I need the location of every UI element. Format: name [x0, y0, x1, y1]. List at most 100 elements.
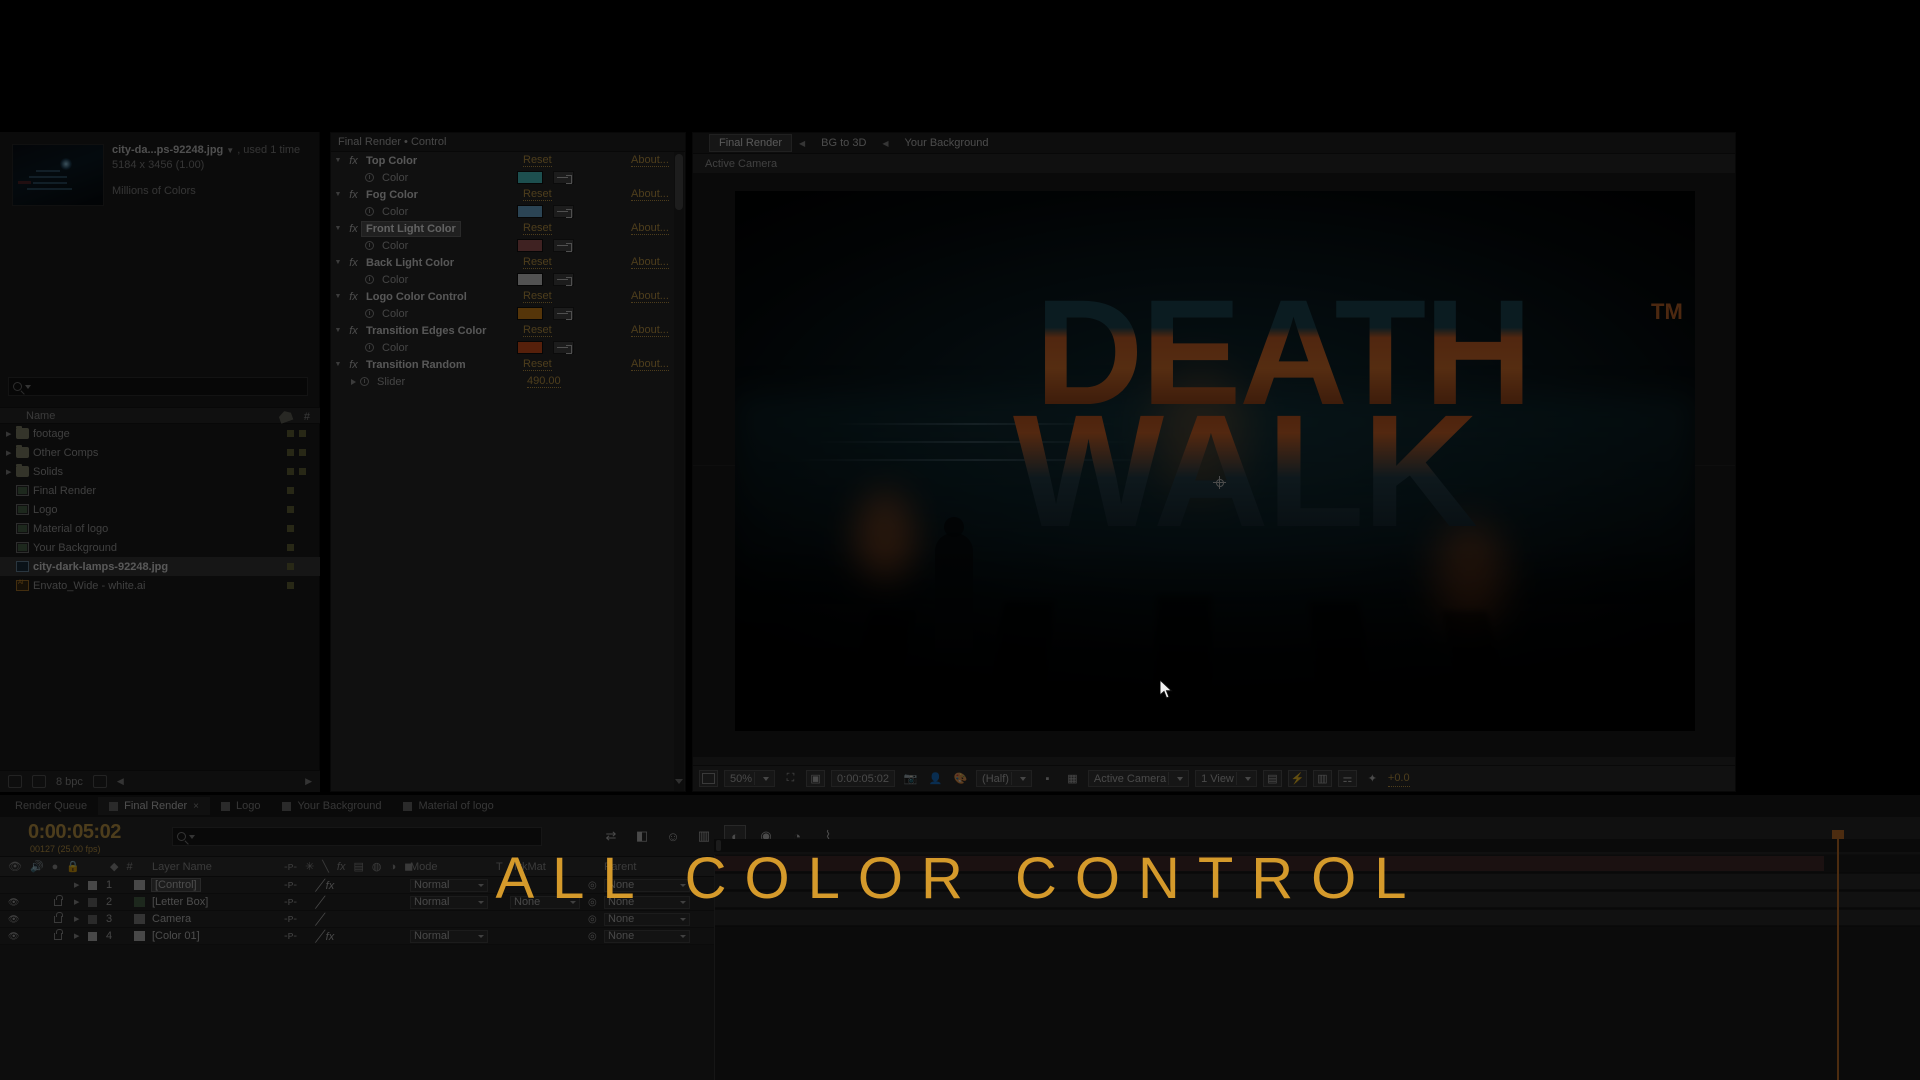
layer-name[interactable]: Camera: [152, 913, 191, 925]
effect-header-row[interactable]: ▼ fx Transition Edges Color Reset About...: [331, 322, 685, 339]
timeline-icon[interactable]: ▥: [1312, 770, 1332, 787]
lock-icon[interactable]: [54, 911, 63, 923]
disclosure-triangle-icon[interactable]: ▼: [331, 327, 345, 334]
color-swatch[interactable]: [517, 239, 543, 252]
new-folder-icon[interactable]: [32, 775, 46, 788]
project-list-item[interactable]: Final Render: [0, 481, 320, 500]
effect-reset-button[interactable]: Reset: [523, 290, 552, 303]
disclosure-triangle-icon[interactable]: ▼: [331, 225, 345, 232]
chevron-down-icon[interactable]: ▼: [226, 146, 234, 155]
color-swatch[interactable]: [517, 307, 543, 320]
layer-name[interactable]: [Color 01]: [152, 930, 200, 942]
scrollbar-thumb[interactable]: [675, 154, 683, 210]
comp-flowchart-icon[interactable]: ⚎: [1337, 770, 1357, 787]
toggle-composition-mini-flowchart-icon[interactable]: ⇄: [600, 825, 622, 847]
shy-switch-icon[interactable]: -ᴘ-: [284, 913, 297, 925]
interpret-footage-icon[interactable]: [8, 775, 22, 788]
stopwatch-icon[interactable]: [365, 171, 378, 184]
effect-reset-button[interactable]: Reset: [523, 222, 552, 235]
disclosure-triangle-icon[interactable]: ▼: [331, 293, 345, 300]
effect-about-button[interactable]: About...: [631, 222, 669, 235]
toggle-grid-guides-icon[interactable]: ▦: [1063, 770, 1082, 787]
scroll-right-icon[interactable]: ▶: [305, 776, 312, 787]
effect-reset-button[interactable]: Reset: [523, 154, 552, 167]
fast-previews-icon[interactable]: ⚡: [1287, 770, 1307, 787]
effects-switch-icon[interactable]: ╱ fx: [316, 930, 334, 943]
scroll-down-icon[interactable]: [675, 779, 683, 787]
label-color-chip[interactable]: [287, 563, 294, 570]
disclosure-triangle-icon[interactable]: [351, 378, 356, 385]
effect-about-button[interactable]: About...: [631, 358, 669, 371]
project-list-item[interactable]: city-dark-lamps-92248.jpg: [0, 557, 320, 576]
eyedropper-icon[interactable]: [553, 273, 574, 286]
layer-duration-bar[interactable]: [715, 910, 1920, 925]
effect-header-row[interactable]: ▼ fx Top Color Reset About...: [331, 152, 685, 169]
label-color-chip[interactable]: [88, 914, 97, 924]
disclosure-triangle-icon[interactable]: ▶: [6, 430, 16, 438]
color-swatch[interactable]: [517, 341, 543, 354]
disclosure-triangle-icon[interactable]: ▼: [331, 191, 345, 198]
exposure-value[interactable]: +0.0: [1387, 770, 1410, 787]
effect-about-button[interactable]: About...: [631, 256, 669, 269]
disclosure-triangle-icon[interactable]: ▼: [331, 157, 345, 164]
effect-reset-button[interactable]: Reset: [523, 188, 552, 201]
timeline-track-row[interactable]: [715, 910, 1920, 927]
disclosure-triangle-icon[interactable]: ▶: [6, 449, 16, 457]
video-visibility-icon[interactable]: 👁: [8, 931, 19, 942]
view-layout-dropdown[interactable]: 1 View: [1195, 770, 1257, 787]
effect-property-row[interactable]: Color: [331, 169, 685, 186]
composition-rendered-frame[interactable]: DEATH WALK TM: [735, 191, 1695, 731]
region-of-interest-icon[interactable]: ⛶: [781, 770, 800, 787]
label-color-chip[interactable]: [299, 468, 306, 475]
effect-controls-scrollbar[interactable]: [674, 152, 684, 791]
timeline-current-time[interactable]: 0:00:05:02: [28, 821, 121, 844]
composition-tab[interactable]: BG to 3D: [812, 135, 875, 151]
close-icon[interactable]: ×: [193, 801, 199, 812]
disclosure-triangle-icon[interactable]: ▶: [6, 468, 16, 476]
current-time-field[interactable]: 0:00:05:02: [831, 770, 896, 787]
project-list-item[interactable]: ▶ Other Comps: [0, 443, 320, 462]
effect-property-row[interactable]: Color: [331, 339, 685, 356]
label-color-chip[interactable]: [287, 449, 294, 456]
eyedropper-icon[interactable]: [553, 341, 574, 354]
show-snapshot-icon[interactable]: 👤: [926, 770, 945, 787]
lock-icon[interactable]: [54, 928, 63, 940]
column-header-name[interactable]: Name: [26, 410, 55, 422]
hide-shy-layers-icon[interactable]: ☺: [662, 825, 684, 847]
label-color-chip[interactable]: [287, 582, 294, 589]
project-list-item[interactable]: Logo: [0, 500, 320, 519]
parent-dropdown[interactable]: None: [604, 912, 690, 926]
composition-stage[interactable]: DEATH WALK TM: [693, 173, 1735, 757]
effect-about-button[interactable]: About...: [631, 324, 669, 337]
parent-pickwhip-icon[interactable]: ◎: [588, 931, 597, 942]
exposure-reset-icon[interactable]: ✦: [1363, 770, 1382, 787]
magnification-dropdown[interactable]: 50%: [724, 770, 776, 787]
disclosure-triangle-icon[interactable]: ▶: [74, 932, 79, 940]
label-color-chip[interactable]: [287, 430, 294, 437]
project-list-item[interactable]: ▶ footage: [0, 424, 320, 443]
eyedropper-icon[interactable]: [553, 239, 574, 252]
color-swatch[interactable]: [517, 205, 543, 218]
column-header-count[interactable]: #: [304, 411, 310, 423]
effect-header-row[interactable]: ▼ fx Fog Color Reset About...: [331, 186, 685, 203]
toggle-mask-icon[interactable]: ▣: [806, 770, 826, 787]
effect-header-row[interactable]: ▼ fx Logo Color Control Reset About...: [331, 288, 685, 305]
enable-frame-blending-icon[interactable]: ▥: [693, 825, 715, 847]
effect-property-row[interactable]: Slider 490.00: [331, 373, 685, 390]
camera-view-dropdown[interactable]: Active Camera: [1087, 770, 1190, 787]
stopwatch-icon[interactable]: [360, 375, 373, 388]
color-swatch[interactable]: [517, 273, 543, 286]
label-color-chip[interactable]: [88, 931, 97, 941]
stopwatch-icon[interactable]: [365, 205, 378, 218]
disclosure-triangle-icon[interactable]: ▼: [331, 259, 345, 266]
timeline-tab[interactable]: Your Background: [271, 797, 392, 815]
effect-property-row[interactable]: Color: [331, 305, 685, 322]
timeline-tab[interactable]: Final Render ×: [98, 797, 210, 815]
effect-reset-button[interactable]: Reset: [523, 324, 552, 337]
timeline-search-input[interactable]: [172, 827, 542, 846]
label-color-chip[interactable]: [299, 449, 306, 456]
effect-about-button[interactable]: About...: [631, 188, 669, 201]
camera-snapshot-icon[interactable]: 📷: [901, 770, 920, 787]
label-color-chip[interactable]: [287, 506, 294, 513]
composition-tab[interactable]: Your Background: [896, 135, 998, 151]
